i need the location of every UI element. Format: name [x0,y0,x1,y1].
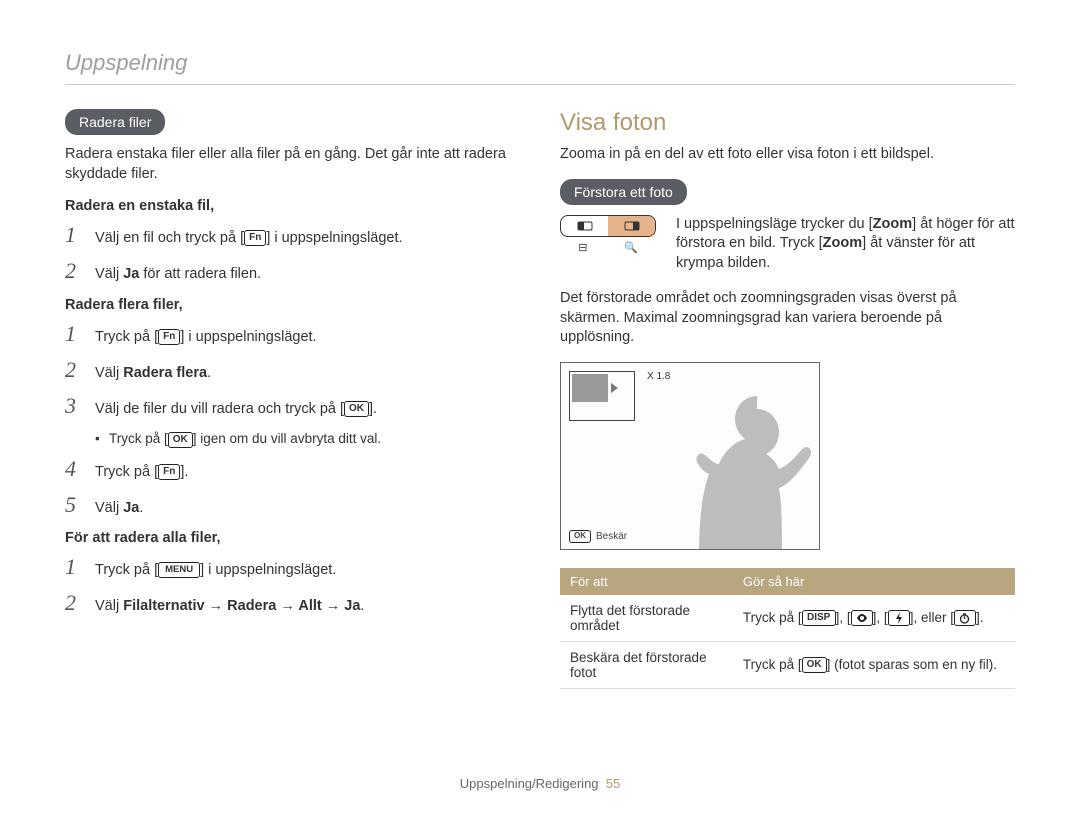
child-silhouette-icon [659,394,820,550]
zoom-control-illustration: ⊟ 🔍 [560,215,656,274]
zoom-in-icon [608,216,655,236]
key-timer-icon [954,610,976,626]
step-1-2: 2 Välj Ja för att radera filen. [65,260,520,286]
camera-display-illustration: X 1.8 OK Beskär [560,362,820,550]
breadcrumb: Uppspelning [65,50,1015,85]
key-fn: Fn [244,230,266,246]
view-photos-intro: Zooma in på en del av ett foto eller vis… [560,145,1015,165]
crop-label: Beskär [596,531,627,542]
pill-delete-files: Radera filer [65,109,165,135]
step-2-3-bullet: Tryck på [OK] igen om du vill avbryta di… [109,431,520,447]
table-row: Beskära det förstorade fotot Tryck på [O… [560,641,1015,688]
key-ok: OK [344,401,369,417]
key-fn: Fn [158,464,180,480]
key-disp: DISP [802,610,836,626]
zoom-control-row: ⊟ 🔍 I uppspelningsläge trycker du [Zoom]… [560,215,1015,274]
subhead-delete-single: Radera en enstaka fil, [65,198,520,214]
cell-crop: Beskära det förstorade fotot [560,641,733,688]
step-3-2: 2 Välj Filalternativ → Radera → Allt → J… [65,592,520,618]
subhead-delete-multi: Radera flera filer, [65,297,520,313]
thumb-arrow-icon [611,383,618,393]
step-2-4: 4 Tryck på [Fn]. [65,458,520,484]
step-2-3: 3 Välj de filer du vill radera och tryck… [65,395,520,421]
crop-row: OK Beskär [569,530,627,543]
subhead-delete-all: För att radera alla filer, [65,530,520,546]
key-flash-icon [888,610,910,626]
cell-crop-action: Tryck på [OK] (fotot sparas som en ny fi… [733,641,1015,688]
step-3-1: 1 Tryck på [MENU] i uppspelningsläget. [65,556,520,582]
delete-intro: Radera enstaka filer eller alla filer på… [65,145,520,184]
pill-enlarge-photo: Förstora ett foto [560,179,687,205]
th-for: För att [560,568,733,595]
table-row: Flytta det förstorade området Tryck på [… [560,595,1015,642]
zoom-para2: Det förstorade området och zoomningsgrad… [560,289,1015,348]
key-macro-icon [851,610,873,626]
zoom-out-icon [561,216,608,236]
step-1-1: 1 Välj en fil och tryck på [Fn] i uppspe… [65,224,520,250]
cell-move-area: Flytta det förstorade området [560,595,733,642]
zoom-out-symbol: ⊟ [578,241,587,254]
cell-move-area-action: Tryck på [DISP], [], [], eller []. [733,595,1015,642]
step-2-2: 2 Välj Radera flera. [65,359,520,385]
left-column: Radera filer Radera enstaka filer eller … [65,109,520,689]
step-2-1: 1 Tryck på [Fn] i uppspelningsläget. [65,323,520,349]
key-ok: OK [168,432,193,448]
key-menu: MENU [158,562,200,578]
key-ok-small: OK [569,530,591,543]
page-footer: Uppspelning/Redigering 55 [0,776,1080,791]
key-fn: Fn [158,329,180,345]
footer-section: Uppspelning/Redigering [460,776,599,791]
zoom-description: I uppspelningsläge trycker du [Zoom] åt … [676,215,1015,274]
actions-table: För att Gör så här Flytta det förstorade… [560,568,1015,689]
th-do: Gör så här [733,568,1015,595]
footer-page-number: 55 [606,776,620,791]
right-column: Visa foton Zooma in på en del av ett fot… [560,109,1015,689]
thumb-inner-icon [572,374,608,402]
zoom-in-symbol: 🔍 [624,241,638,254]
key-ok: OK [802,657,827,673]
section-title-view-photos: Visa foton [560,109,1015,137]
step-2-5: 5 Välj Ja. [65,494,520,520]
zoom-factor-label: X 1.8 [647,371,670,382]
